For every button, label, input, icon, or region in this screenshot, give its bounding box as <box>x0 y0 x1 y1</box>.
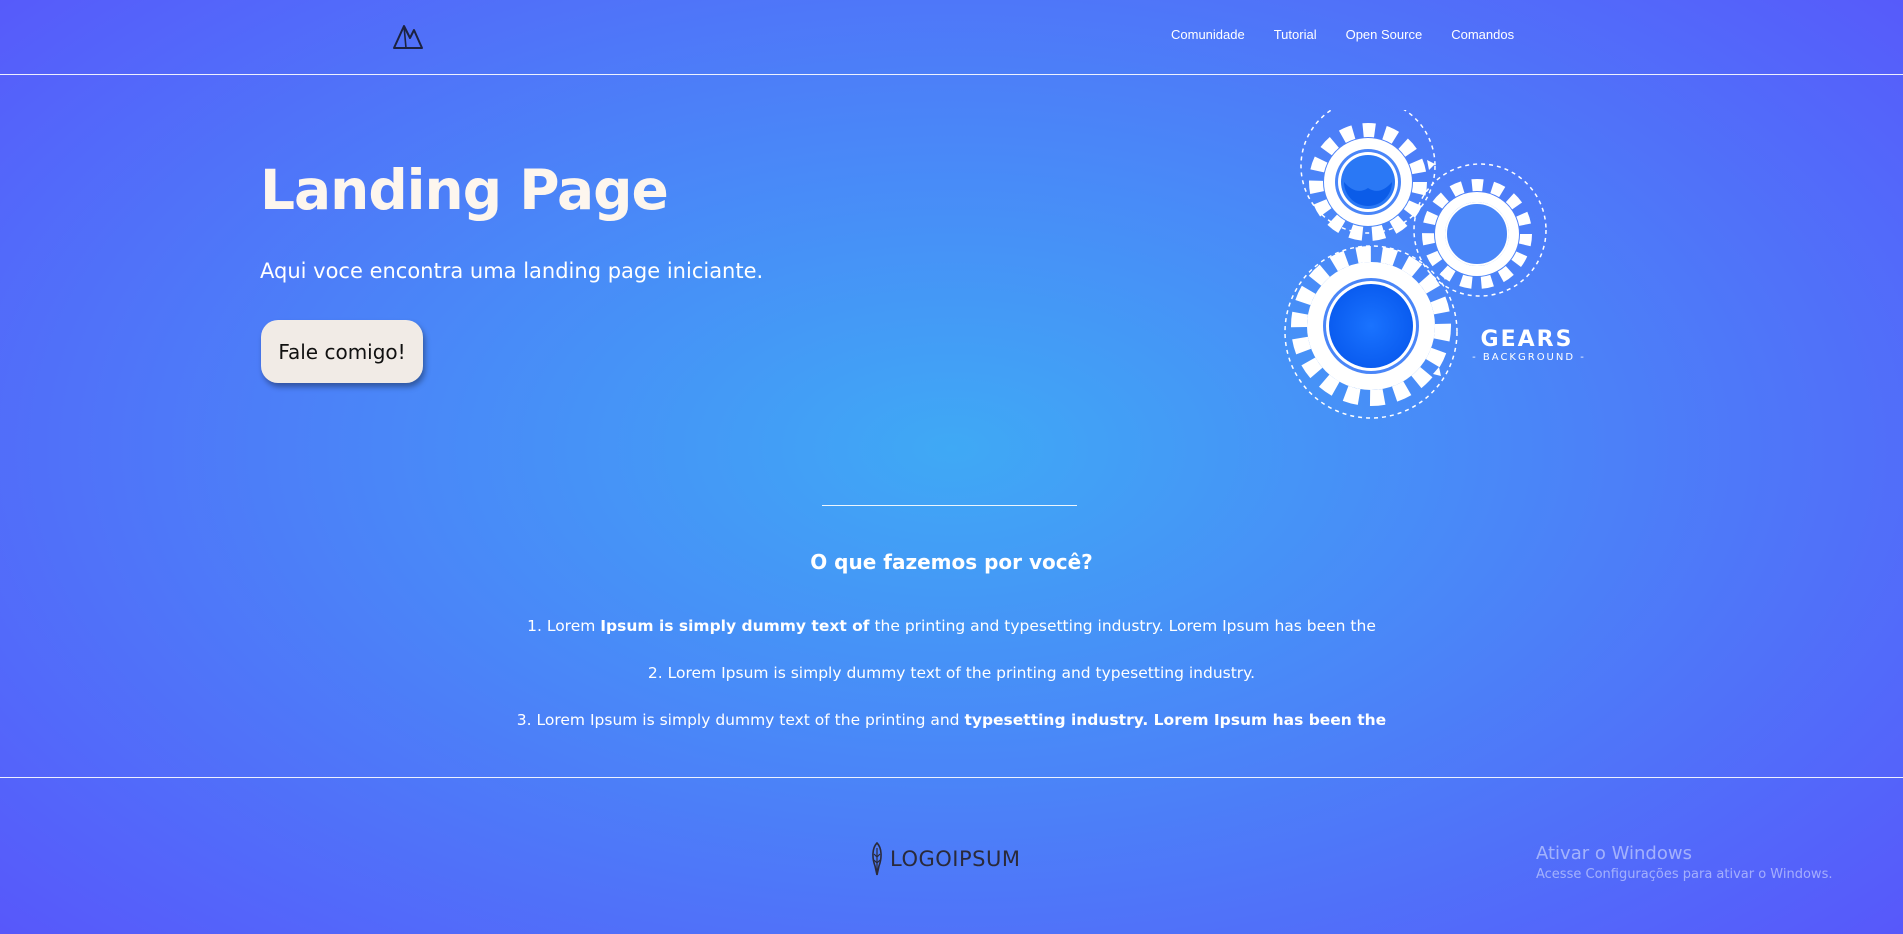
section-divider <box>822 505 1077 506</box>
nav-link-tutorial[interactable]: Tutorial <box>1274 27 1317 42</box>
watermark-subtitle: Acesse Configurações para ativar o Windo… <box>1536 867 1833 882</box>
nav-link-comunidade[interactable]: Comunidade <box>1171 27 1245 42</box>
contact-button[interactable]: Fale comigo! <box>261 320 423 383</box>
gears-illustration: GEARS - BACKGROUND - <box>1284 110 1586 419</box>
mountain-logo-icon[interactable] <box>392 22 424 50</box>
nav-link-comandos[interactable]: Comandos <box>1451 27 1514 42</box>
list-item: 1. Lorem Ipsum is simply dummy text of t… <box>527 617 1376 635</box>
list-item: 3. Lorem Ipsum is simply dummy text of t… <box>516 711 1387 729</box>
footer-logo[interactable]: LOGOIPSUM <box>870 842 1020 876</box>
footer-divider <box>0 777 1903 778</box>
section-title: O que fazemos por você? <box>810 550 1093 574</box>
site-header: Comunidade Tutorial Open Source Comandos <box>0 0 1903 75</box>
feather-logo-icon <box>872 842 882 876</box>
list-item: 2. Lorem Ipsum is simply dummy text of t… <box>647 664 1256 682</box>
gears-title: GEARS <box>1481 327 1574 352</box>
gears-subtitle: - BACKGROUND - <box>1472 352 1586 363</box>
windows-activation-watermark: Ativar o Windows Acesse Configurações pa… <box>1536 843 1832 882</box>
hero-title: Landing Page <box>260 158 669 222</box>
watermark-title: Ativar o Windows <box>1536 843 1692 864</box>
footer-logo-text: LOGOIPSUM <box>890 847 1021 871</box>
nav-link-open-source[interactable]: Open Source <box>1346 27 1423 42</box>
hero-subtitle: Aqui voce encontra uma landing page inic… <box>260 259 764 283</box>
services-list: 1. Lorem Ipsum is simply dummy text of t… <box>0 615 1903 756</box>
main-nav: Comunidade Tutorial Open Source Comandos <box>1171 27 1543 42</box>
